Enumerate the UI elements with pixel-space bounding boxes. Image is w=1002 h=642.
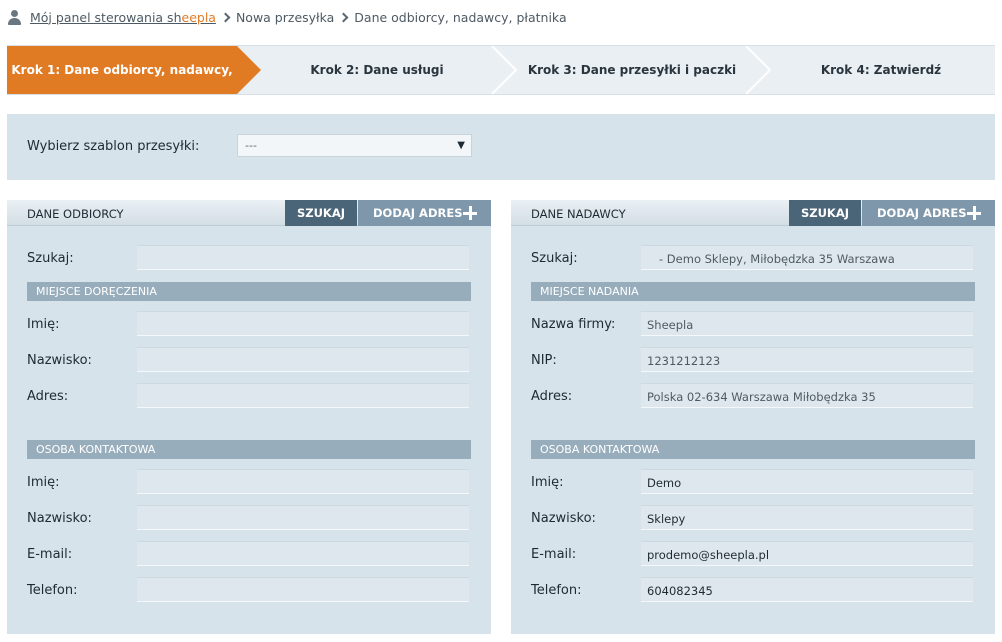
sender-contact-last-label: Nazwisko:	[531, 511, 596, 526]
recipient-contact-last-label: Nazwisko:	[27, 511, 92, 526]
recipient-phone-row: Telefon:	[27, 577, 471, 603]
sender-contact-first-label: Imię:	[531, 475, 564, 490]
recipient-address-label: Adres:	[27, 389, 69, 404]
sender-phone-row: Telefon: 604082345	[531, 577, 975, 603]
recipient-phone-input[interactable]	[137, 577, 469, 602]
sender-email-input[interactable]: prodemo@sheepla.pl	[641, 541, 973, 566]
sender-company-row: Nazwa firmy: Sheepla	[531, 311, 975, 337]
sender-origin-section-header: MIEJSCE NADANIA	[531, 282, 975, 301]
step-4-tab[interactable]: Krok 4: Zatwierdź	[767, 46, 995, 94]
template-selected-value: ---	[245, 139, 257, 152]
recipient-first-name-label: Imię:	[27, 317, 60, 332]
recipient-panel-title: DANE ODBIORCY	[27, 207, 124, 221]
breadcrumb-home-link[interactable]: Mój panel sterowania sheepla	[30, 10, 216, 25]
sender-contact-first-row: Imię: Demo	[531, 469, 975, 495]
recipient-first-name-input[interactable]	[137, 311, 469, 336]
recipient-contact-section-header: OSOBA KONTAKTOWA	[27, 440, 471, 459]
template-label: Wybierz szablon przesyłki:	[27, 139, 200, 154]
user-icon	[7, 9, 22, 25]
breadcrumb-item-new-shipment[interactable]: Nowa przesyłka	[236, 10, 334, 25]
plus-icon	[463, 206, 477, 220]
recipient-search-input[interactable]	[137, 245, 469, 270]
sender-panel: DANE NADAWCY SZUKAJ DODAJ ADRES Szukaj: …	[511, 200, 995, 634]
sender-contact-first-input[interactable]: Demo	[641, 469, 973, 494]
breadcrumb: Mój panel sterowania sheepla Nowa przesy…	[7, 8, 567, 26]
template-select[interactable]: --- ▼	[237, 134, 472, 157]
recipient-phone-label: Telefon:	[27, 583, 78, 598]
recipient-email-row: E-mail:	[27, 541, 471, 567]
sender-phone-label: Telefon:	[531, 583, 582, 598]
sender-nip-label: NIP:	[531, 353, 557, 368]
sender-address-row: Adres: Polska 02-634 Warszawa Miłobędzka…	[531, 383, 975, 409]
recipient-address-row: Adres:	[27, 383, 471, 409]
recipient-last-name-input[interactable]	[137, 347, 469, 372]
sender-search-label: Szukaj:	[531, 251, 578, 266]
sender-nip-input[interactable]: 1231212123	[641, 347, 973, 372]
sender-add-address-label: DODAJ ADRES	[877, 206, 967, 220]
sender-search-row: Szukaj: - Demo Sklepy, Miłobędzka 35 War…	[531, 245, 975, 271]
sender-company-input[interactable]: Sheepla	[641, 311, 973, 336]
step-3-label: Krok 3: Dane przesyłki i paczki	[527, 63, 737, 77]
recipient-contact-first-label: Imię:	[27, 475, 60, 490]
sender-company-label: Nazwa firmy:	[531, 317, 616, 332]
recipient-contact-first-input[interactable]	[137, 469, 469, 494]
recipient-panel: DANE ODBIORCY SZUKAJ DODAJ ADRES Szukaj:…	[7, 200, 491, 634]
sender-email-label: E-mail:	[531, 547, 577, 562]
recipient-first-name-row: Imię:	[27, 311, 471, 337]
recipient-delivery-section-header: MIEJSCE DORĘCZENIA	[27, 282, 471, 301]
recipient-contact-last-row: Nazwisko:	[27, 505, 471, 531]
sender-panel-title: DANE NADAWCY	[531, 207, 626, 221]
sender-phone-input[interactable]: 604082345	[641, 577, 973, 602]
dropdown-arrow-icon: ▼	[457, 140, 465, 151]
recipient-address-input[interactable]	[137, 383, 469, 408]
sender-search-button[interactable]: SZUKAJ	[789, 200, 861, 226]
template-bar: Wybierz szablon przesyłki: --- ▼	[7, 114, 995, 180]
sender-address-label: Adres:	[531, 389, 573, 404]
step-2-tab[interactable]: Krok 2: Dane usługi	[261, 46, 493, 94]
recipient-add-address-label: DODAJ ADRES	[373, 206, 463, 220]
recipient-search-row: Szukaj:	[27, 245, 471, 271]
recipient-add-address-button[interactable]: DODAJ ADRES	[358, 200, 491, 226]
recipient-email-label: E-mail:	[27, 547, 73, 562]
step-2-label: Krok 2: Dane usługi	[310, 63, 444, 77]
step-1-label: Krok 1: Dane odbiorcy, nadawcy,	[11, 63, 233, 77]
sender-contact-last-row: Nazwisko: Sklepy	[531, 505, 975, 531]
step-1-tab[interactable]: Krok 1: Dane odbiorcy, nadawcy,	[7, 46, 261, 94]
chevron-right-icon	[220, 12, 231, 22]
sender-contact-section-header: OSOBA KONTAKTOWA	[531, 440, 975, 459]
recipient-contact-first-row: Imię:	[27, 469, 471, 495]
sender-nip-row: NIP: 1231212123	[531, 347, 975, 373]
step-3-tab[interactable]: Krok 3: Dane przesyłki i paczki	[507, 46, 757, 94]
recipient-last-name-row: Nazwisko:	[27, 347, 471, 373]
plus-icon	[967, 206, 981, 220]
sender-panel-header: DANE NADAWCY SZUKAJ DODAJ ADRES	[511, 200, 995, 226]
sender-search-input[interactable]: - Demo Sklepy, Miłobędzka 35 Warszawa	[641, 245, 973, 270]
sender-add-address-button[interactable]: DODAJ ADRES	[862, 200, 995, 226]
recipient-panel-header: DANE ODBIORCY SZUKAJ DODAJ ADRES	[7, 200, 491, 226]
recipient-last-name-label: Nazwisko:	[27, 353, 92, 368]
recipient-contact-last-input[interactable]	[137, 505, 469, 530]
step-4-label: Krok 4: Zatwierdź	[820, 63, 942, 77]
wizard-steps: Krok 1: Dane odbiorcy, nadawcy, Krok 2: …	[7, 45, 995, 95]
sender-email-row: E-mail: prodemo@sheepla.pl	[531, 541, 975, 567]
chevron-right-icon	[338, 12, 349, 22]
recipient-email-input[interactable]	[137, 541, 469, 566]
sender-address-input[interactable]: Polska 02-634 Warszawa Miłobędzka 35	[641, 383, 973, 408]
recipient-search-label: Szukaj:	[27, 251, 74, 266]
recipient-search-button[interactable]: SZUKAJ	[285, 200, 357, 226]
breadcrumb-item-current: Dane odbiorcy, nadawcy, płatnika	[354, 9, 567, 25]
sender-contact-last-input[interactable]: Sklepy	[641, 505, 973, 530]
